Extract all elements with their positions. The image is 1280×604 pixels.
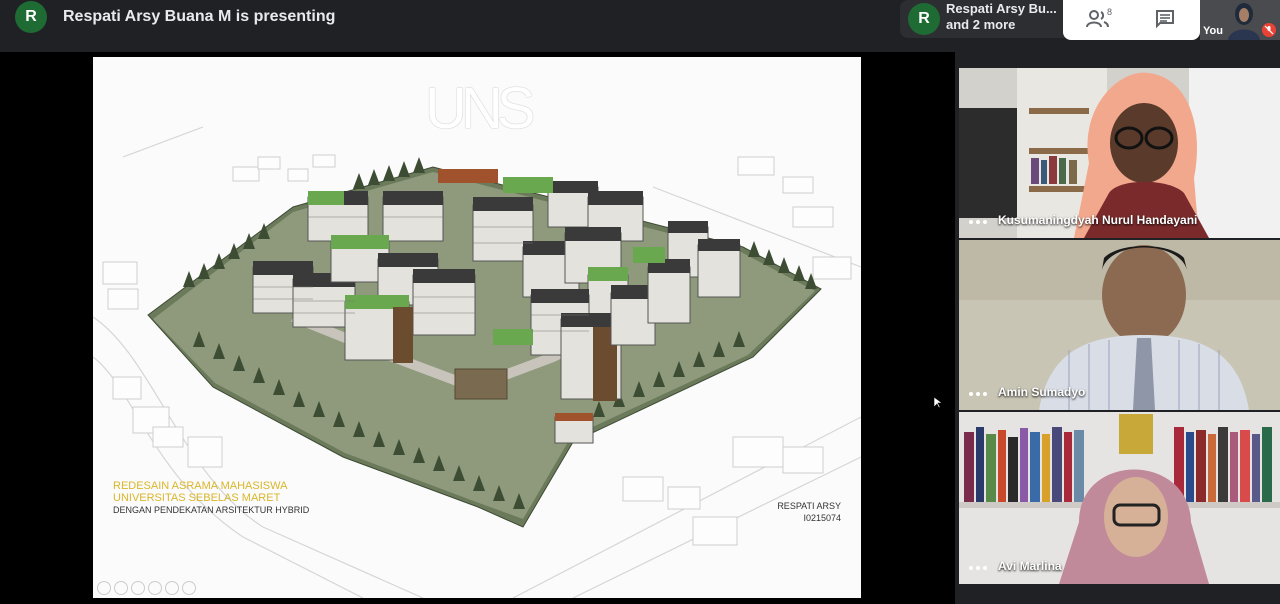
audio-indicator [969, 566, 987, 570]
prev-slide-icon[interactable] [97, 581, 111, 595]
slide-author: RESPATI ARSY I0215074 [777, 500, 841, 524]
participants-summary[interactable]: R Respati Arsy Bu... and 2 more [900, 0, 1065, 38]
author-id: I0215074 [803, 513, 841, 523]
presentation-slide: UNS REDESAIN ASRAMA MAHASISWA UNIVERSITA… [93, 57, 861, 598]
author-name: RESPATI ARSY [777, 501, 841, 511]
participant-tile[interactable]: Amin Sumadyo [959, 240, 1280, 410]
mic-off-icon [1262, 23, 1276, 37]
presenting-banner: Respati Arsy Buana M is presenting [63, 8, 336, 25]
presenter-avatar: R [15, 1, 47, 33]
participant-name: Amin Sumadyo [998, 385, 1086, 399]
controls-box: 8 [1063, 0, 1200, 40]
caption-line-1: REDESAIN ASRAMA MAHASISWA [113, 480, 288, 492]
participants-more: and 2 more [946, 17, 1016, 32]
slide-logo-text: UNS [425, 76, 535, 141]
top-bar: R Respati Arsy Buana M is presenting R R… [0, 0, 1280, 40]
participant-tile[interactable]: Kusumaningdyah Nurul Handayani [959, 68, 1280, 238]
participant-tile[interactable]: Avi Marlina [959, 412, 1280, 584]
participant-name: Avi Marlina [998, 559, 1062, 573]
participant-avatar: R [908, 3, 940, 35]
slide-caption: REDESAIN ASRAMA MAHASISWA UNIVERSITAS SE… [113, 480, 309, 516]
slide-toolbar [97, 581, 196, 595]
participants-text: Respati Arsy Bu... and 2 more [946, 1, 1058, 33]
self-label: You [1203, 25, 1223, 37]
participants-name: Respati Arsy Bu... [946, 1, 1057, 16]
audio-indicator [969, 392, 987, 396]
participant-name: Kusumaningdyah Nurul Handayani [998, 213, 1198, 227]
meet-window: R Respati Arsy Buana M is presenting R R… [0, 0, 1280, 604]
cursor-icon [934, 397, 942, 409]
people-button[interactable]: 8 [1079, 4, 1119, 34]
pen-icon[interactable] [131, 581, 145, 595]
slides-icon[interactable] [148, 581, 162, 595]
chat-button[interactable] [1145, 4, 1185, 34]
zoom-icon[interactable] [165, 581, 179, 595]
presentation-stage: UNS REDESAIN ASRAMA MAHASISWA UNIVERSITA… [0, 52, 955, 604]
caption-line-2: UNIVERSITAS SEBELAS MARET [113, 492, 281, 504]
chat-icon [1156, 10, 1174, 29]
next-slide-icon[interactable] [114, 581, 128, 595]
audio-indicator [969, 220, 987, 224]
more-icon[interactable] [182, 581, 196, 595]
self-view-tile[interactable]: You [1200, 0, 1280, 40]
people-count: 8 [1107, 7, 1113, 17]
caption-line-3: DENGAN PENDEKATAN ARSITEKTUR HYBRID [113, 505, 310, 515]
